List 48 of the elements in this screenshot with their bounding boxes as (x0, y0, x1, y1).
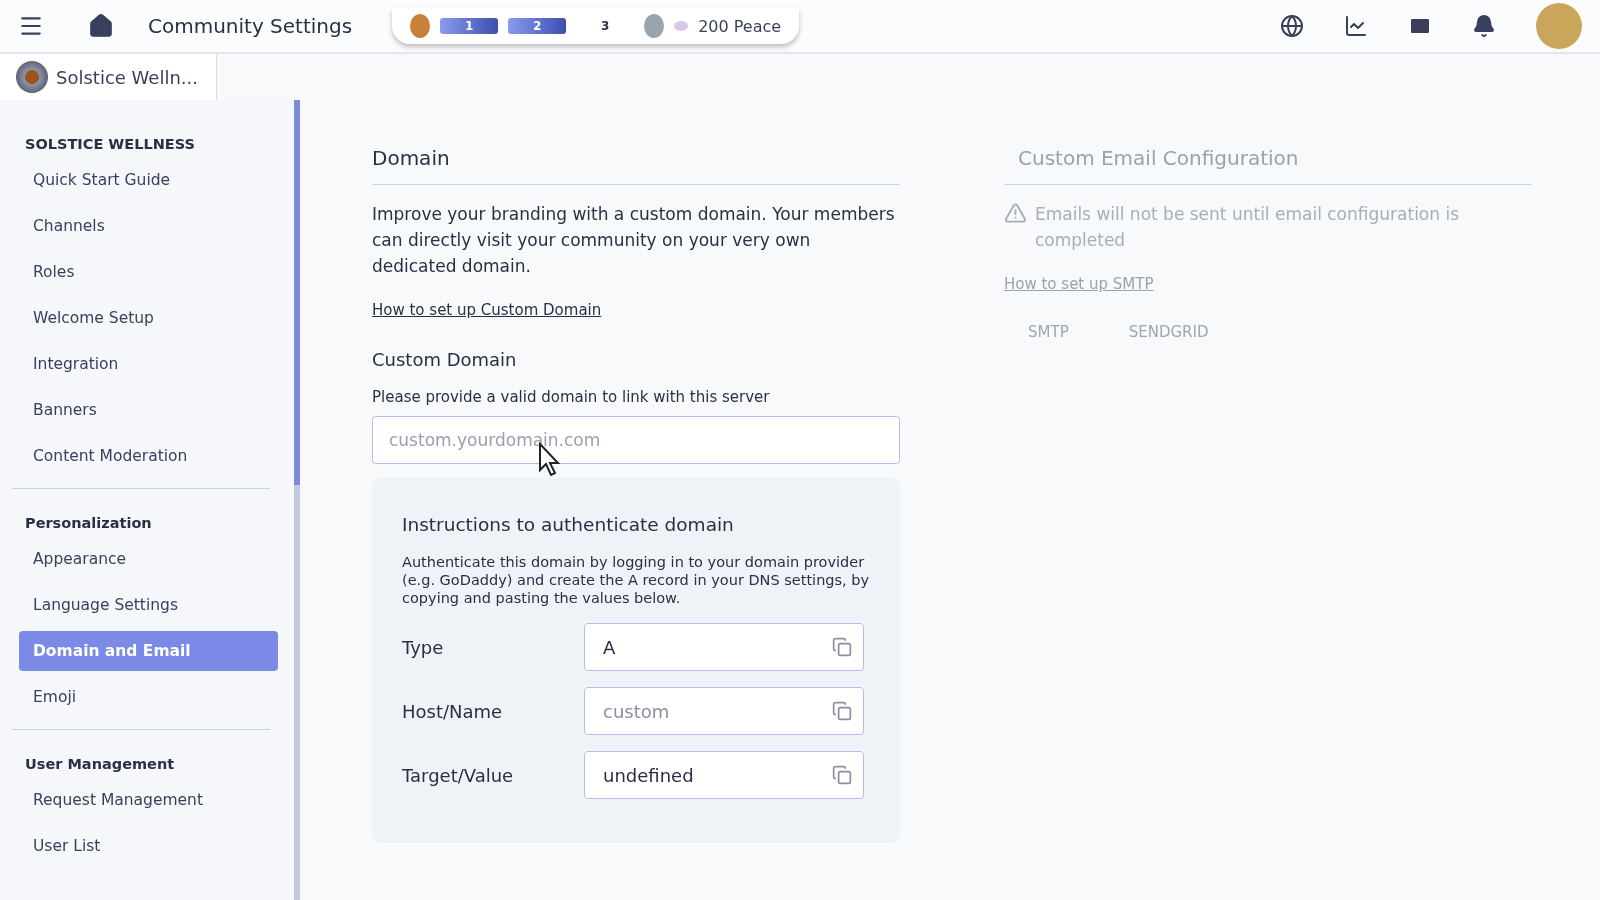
sidebar-section-title: Personalization (24, 514, 153, 533)
points-label: 200 Peace (698, 16, 782, 36)
record-field[interactable]: custom (584, 687, 864, 735)
sidebar-item[interactable]: Language Settings (19, 585, 278, 625)
level-step: 2 (508, 18, 567, 34)
sidebar-item[interactable]: User List (19, 826, 278, 866)
field-label: Custom Domain (372, 349, 518, 370)
description: Improve your branding with a custom domain. Your members can directly visit your community on your very own dedicated domain. (372, 203, 896, 278)
record-field[interactable]: A (584, 623, 864, 671)
scrollbar-thumb[interactable] (294, 100, 300, 485)
sidebar-item[interactable]: Integration (19, 344, 278, 384)
chart-icon[interactable] (1344, 14, 1368, 38)
home-icon[interactable] (88, 13, 114, 39)
sidebar-item[interactable]: Roles (19, 252, 278, 292)
sidebar-item[interactable]: Content Moderation (19, 436, 278, 476)
help-link[interactable]: How to set up Custom Domain (372, 301, 602, 319)
community-icon (16, 61, 48, 93)
bell-icon[interactable] (1472, 14, 1496, 38)
sidebar-item[interactable]: Welcome Setup (19, 298, 278, 338)
sidebar-item[interactable]: Channels (19, 206, 278, 246)
domain-input-field[interactable]: custom.yourdomain.com (372, 416, 900, 464)
card-text: Authenticate this domain by logging in to your domain provider (e.g. GoDaddy) and create the A record in your DNS settings, by copying and pasting the values below. (402, 553, 870, 607)
record-field[interactable]: undefined (584, 751, 864, 799)
community-name: Solstice Welln... (56, 66, 198, 88)
sidebar-item[interactable]: Emoji (19, 677, 278, 717)
field-hint: Please provide a valid domain to link with this server (372, 388, 771, 406)
warning-icon (1004, 201, 1027, 225)
level-step: 3 (576, 18, 635, 34)
record-label: Type (402, 636, 445, 658)
record-label: Host/Name (402, 700, 504, 722)
globe-icon[interactable] (1280, 14, 1304, 38)
copy-icon[interactable] (832, 701, 852, 721)
record-label: Target/Value (402, 764, 515, 786)
sidebar-section-title: User Management (24, 755, 176, 774)
sidebar-section-title: SOLSTICE WELLNESS (24, 135, 196, 154)
section-title: Custom Email Configuration (1004, 140, 1532, 185)
level-step: 1 (440, 18, 499, 34)
card-title: Instructions to authenticate domain (402, 514, 735, 535)
sidebar-item[interactable]: Request Management (19, 780, 278, 820)
community-tab[interactable]: Solstice Welln... (0, 54, 217, 100)
copy-icon[interactable] (832, 765, 852, 785)
sidebar-item[interactable]: Quick Start Guide (19, 160, 278, 200)
warning-text: Emails will not be sent until email configuration is completed (1034, 203, 1460, 252)
section-title: Domain (372, 140, 900, 185)
page-title: Community Settings (148, 14, 353, 38)
copy-icon[interactable] (832, 637, 852, 657)
sidebar-item[interactable]: Banners (19, 390, 278, 430)
sidebar-item[interactable]: Appearance (19, 539, 278, 579)
